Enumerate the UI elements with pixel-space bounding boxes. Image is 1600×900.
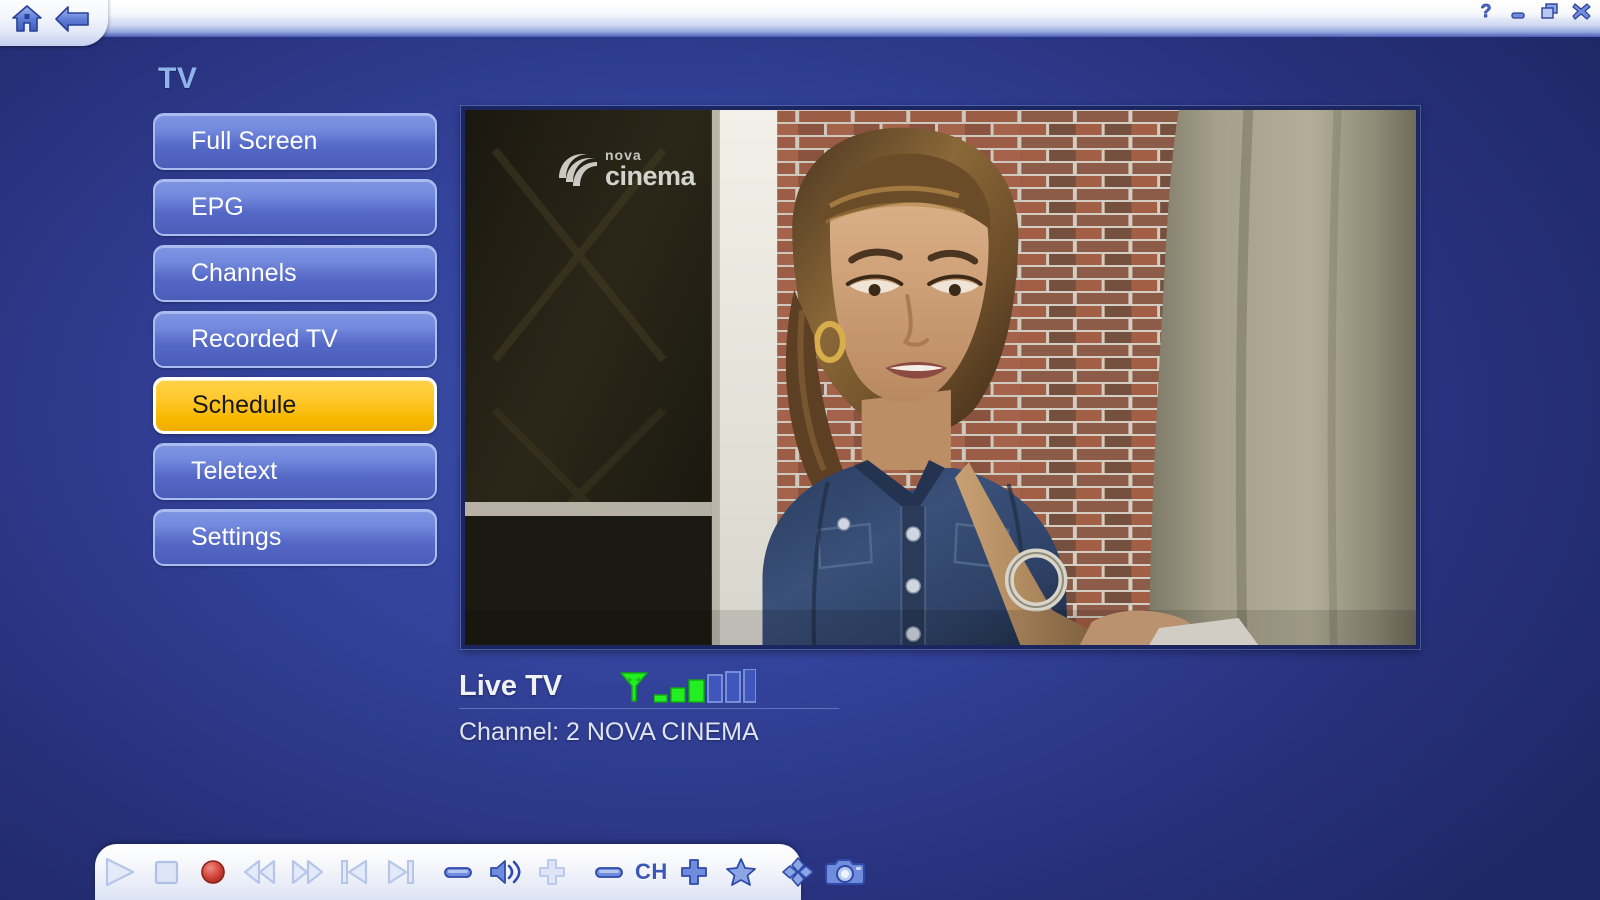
now-playing-info: Live TV Channel: 2 NOVA CINEMA — [459, 664, 839, 747]
channel-up-button[interactable] — [671, 848, 718, 896]
volume-down-button[interactable] — [434, 848, 481, 896]
source-label: Live TV — [459, 669, 563, 702]
svg-text:?: ? — [1481, 1, 1492, 21]
sidebar-item-label: Recorded TV — [191, 325, 338, 353]
sidebar-menu: Full Screen EPG Channels Recorded TV Sch… — [153, 113, 437, 566]
video-still-image — [465, 110, 1416, 645]
stop-icon — [154, 860, 178, 885]
playback-toolbar: CH — [95, 844, 866, 900]
sidebar-item-label: EPG — [191, 193, 244, 221]
favorites-button[interactable] — [718, 848, 765, 896]
minimize-button[interactable] — [1508, 1, 1528, 21]
sidebar-item-settings[interactable]: Settings — [153, 509, 437, 566]
next-button[interactable] — [377, 848, 424, 896]
sidebar-item-label: Full Screen — [191, 127, 318, 155]
sidebar-item-recorded-tv[interactable]: Recorded TV — [153, 311, 437, 368]
stop-button[interactable] — [142, 848, 189, 896]
transport-group — [95, 848, 424, 896]
skip-next-icon — [387, 859, 414, 885]
live-tv-row: Live TV — [459, 664, 839, 709]
navigation-pad-button[interactable] — [775, 848, 822, 896]
speaker-icon — [489, 860, 521, 884]
channel-info: Channel: 2 NOVA CINEMA — [459, 718, 759, 746]
sidebar-item-label: Settings — [191, 523, 282, 551]
dpad-icon — [782, 857, 815, 887]
play-button[interactable] — [95, 848, 142, 896]
sidebar-item-epg[interactable]: EPG — [153, 179, 437, 236]
back-icon[interactable] — [54, 4, 92, 34]
channel-group: CH — [585, 848, 765, 896]
record-button[interactable] — [189, 848, 236, 896]
plus-icon — [681, 859, 708, 885]
star-icon — [726, 858, 757, 886]
title-bar-sheen — [0, 0, 1600, 18]
sidebar-item-channels[interactable]: Channels — [153, 245, 437, 302]
sidebar-item-label: Channels — [191, 259, 297, 287]
minus-icon — [594, 867, 623, 878]
fast-forward-button[interactable] — [283, 848, 330, 896]
sidebar-item-full-screen[interactable]: Full Screen — [153, 113, 437, 170]
play-icon — [105, 857, 134, 887]
navigation-icons — [10, 3, 92, 35]
volume-up-button[interactable] — [528, 848, 575, 896]
sidebar-item-label: Schedule — [192, 391, 297, 419]
sidebar-item-schedule[interactable]: Schedule — [153, 377, 437, 434]
close-button[interactable] — [1572, 1, 1592, 21]
title-bar: ? — [0, 0, 1600, 46]
signal-strength-indicator — [618, 669, 757, 703]
tv-application-window: ? TV Full Screen EPG Channels Recorded T… — [0, 0, 1600, 900]
window-controls: ? — [1476, 1, 1592, 21]
rewind-icon — [243, 859, 275, 885]
help-button[interactable]: ? — [1476, 1, 1496, 21]
plus-icon — [538, 859, 565, 885]
sidebar-item-teletext[interactable]: Teletext — [153, 443, 437, 500]
home-icon[interactable] — [10, 3, 44, 35]
previous-button[interactable] — [330, 848, 377, 896]
channel-label: CH — [635, 859, 668, 884]
page-title: TV — [158, 62, 198, 95]
minus-icon — [443, 867, 472, 878]
fast-forward-icon — [291, 859, 323, 885]
video-surface — [465, 110, 1416, 645]
restore-button[interactable] — [1540, 1, 1560, 21]
record-icon — [200, 860, 225, 884]
rewind-button[interactable] — [236, 848, 283, 896]
channel-down-button[interactable] — [585, 848, 632, 896]
snapshot-button[interactable] — [822, 848, 869, 896]
camera-icon — [825, 859, 866, 885]
mute-button[interactable] — [481, 848, 528, 896]
signal-bars — [654, 669, 757, 703]
sidebar-item-label: Teletext — [191, 457, 278, 485]
video-player[interactable]: nova cinema — [461, 106, 1420, 649]
skip-previous-icon — [340, 859, 367, 885]
antenna-icon — [618, 669, 650, 703]
volume-group — [434, 848, 575, 896]
utility-group — [775, 848, 869, 896]
